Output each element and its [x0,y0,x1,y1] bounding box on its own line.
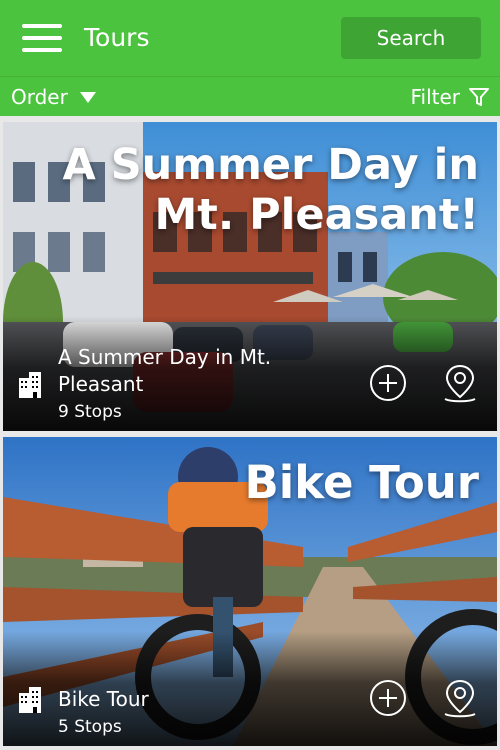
add-tour-button[interactable] [370,680,406,716]
tour-hero-title: Bike Tour [244,456,480,509]
map-pin-icon[interactable] [441,363,479,403]
tour-hero-title: A Summer Day in Mt. Pleasant! [62,140,479,240]
tour-card[interactable]: Bike Tour Bike Tour 5 Stops [3,437,497,746]
order-label: Order [11,85,68,109]
sort-filter-bar: Order Filter [0,76,500,116]
buildings-icon [19,687,41,713]
filter-label: Filter [410,85,460,109]
funnel-icon [469,88,489,106]
map-pin-icon[interactable] [441,678,479,718]
tour-name: A Summer Day in Mt. Pleasant [58,345,272,396]
buildings-icon [19,372,41,398]
hamburger-menu-icon[interactable] [22,22,62,54]
filter-button[interactable]: Filter [410,83,490,111]
tour-card[interactable]: A Summer Day in Mt. Pleasant! A Summer D… [3,122,497,431]
order-dropdown[interactable]: Order [11,83,96,111]
add-tour-button[interactable] [370,365,406,401]
tour-stops: 9 Stops [58,402,122,422]
tour-name: Bike Tour [58,687,149,711]
page-title: Tours [84,23,150,52]
tour-stops: 5 Stops [58,717,122,737]
app-header: Tours Search [0,0,500,76]
triangle-down-icon [79,91,96,103]
search-button[interactable]: Search [341,17,481,59]
